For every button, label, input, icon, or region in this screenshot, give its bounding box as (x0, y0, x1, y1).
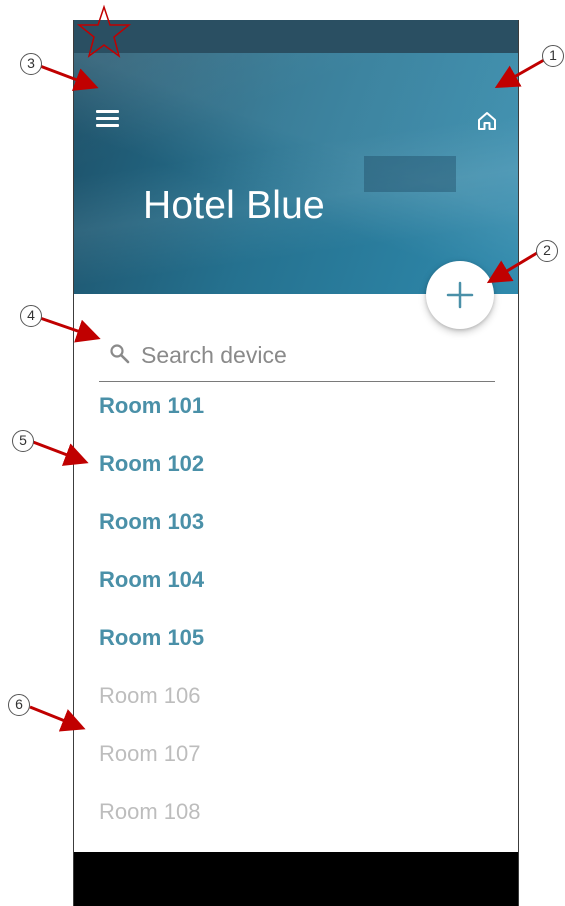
annotation-arrows (29, 58, 545, 732)
annotation-arrow (39, 64, 99, 91)
annotation-arrow (39, 316, 101, 343)
callout-5: 5 (12, 430, 34, 452)
callout-2: 2 (536, 240, 558, 262)
callout-3: 3 (20, 53, 42, 75)
annotation-arrow (494, 58, 545, 88)
callout-6: 6 (8, 694, 30, 716)
callout-4: 4 (20, 305, 42, 327)
annotation-arrow (32, 440, 89, 466)
annotation-arrow (29, 705, 86, 732)
callout-1: 1 (542, 45, 564, 67)
annotation-arrow (486, 251, 538, 284)
